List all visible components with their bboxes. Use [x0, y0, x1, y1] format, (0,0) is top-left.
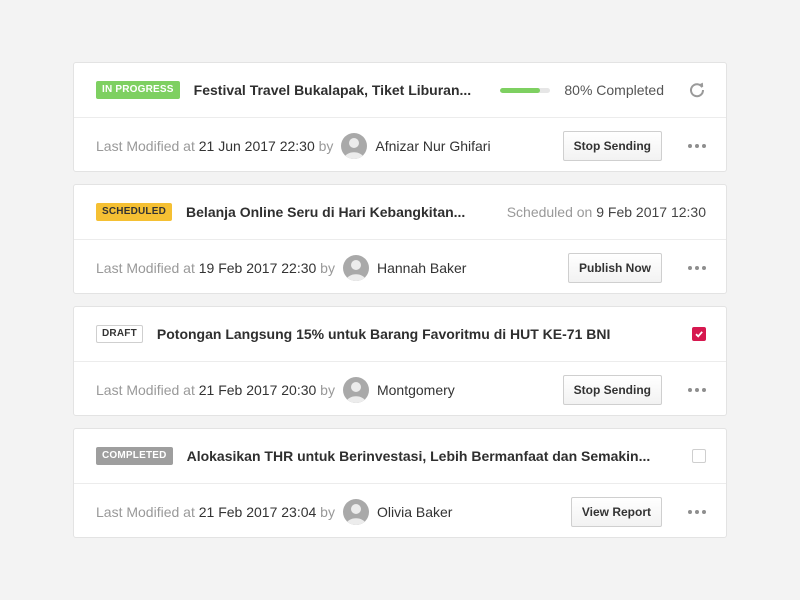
campaign-footer: Last Modified at 21 Feb 2017 20:30 by Mo…	[74, 362, 726, 417]
status-badge: DRAFT	[96, 325, 143, 343]
campaign-title[interactable]: Alokasikan THR untuk Berinvestasi, Lebih…	[187, 448, 651, 464]
modified-label: Last Modified at	[96, 503, 195, 520]
progress-indicator: 80% Completed	[500, 82, 688, 98]
user-name: Montgomery	[376, 381, 455, 398]
campaign-card: IN PROGRESS Festival Travel Bukalapak, T…	[73, 62, 727, 172]
progress-text: 80% Completed	[564, 82, 664, 98]
user-avatar-icon	[342, 376, 369, 403]
status-badge: IN PROGRESS	[96, 81, 180, 99]
campaign-footer: Last Modified at 19 Feb 2017 22:30 by Ha…	[74, 240, 726, 295]
stop-sending-button[interactable]: Stop Sending	[562, 130, 662, 161]
by-label: by	[320, 381, 335, 398]
campaign-header: COMPLETED Alokasikan THR untuk Berinvest…	[74, 429, 726, 484]
modified-label: Last Modified at	[96, 259, 195, 276]
more-horizontal-icon[interactable]	[688, 509, 706, 514]
user-avatar-icon	[341, 132, 368, 159]
more-horizontal-icon[interactable]	[688, 265, 706, 270]
campaign-header: SCHEDULED Belanja Online Seru di Hari Ke…	[74, 185, 726, 240]
more-horizontal-icon[interactable]	[688, 143, 706, 148]
status-badge: SCHEDULED	[96, 203, 173, 221]
user-name: Afnizar Nur Ghifari	[375, 137, 491, 154]
modified-info: Last Modified at 21 Jun 2017 22:30 by	[96, 138, 333, 154]
campaign-card: COMPLETED Alokasikan THR untuk Berinvest…	[73, 428, 727, 538]
user-avatar-icon	[342, 254, 369, 281]
campaign-footer: Last Modified at 21 Jun 2017 22:30 by Af…	[74, 118, 726, 173]
select-checkbox[interactable]	[692, 327, 706, 341]
campaign-card: SCHEDULED Belanja Online Seru di Hari Ke…	[73, 184, 727, 294]
by-label: by	[320, 259, 335, 276]
by-label: by	[318, 137, 334, 154]
modified-info: Last Modified at 21 Feb 2017 23:04 by	[96, 504, 335, 520]
more-horizontal-icon[interactable]	[688, 387, 706, 392]
campaign-card: DRAFT Potongan Langsung 15% untuk Barang…	[73, 306, 727, 416]
user-name: Olivia Baker	[376, 503, 453, 520]
refresh-icon[interactable]	[688, 81, 706, 99]
campaign-list: IN PROGRESS Festival Travel Bukalapak, T…	[73, 62, 727, 550]
scheduled-label: Scheduled on	[506, 204, 593, 220]
progress-bar	[500, 87, 551, 93]
status-badge: COMPLETED	[96, 447, 173, 465]
progress-bar-fill	[500, 87, 541, 93]
scheduled-info: Scheduled on 9 Feb 2017 12:30	[507, 204, 706, 220]
by-label: by	[320, 503, 335, 520]
modified-label: Last Modified at	[96, 381, 195, 398]
view-report-button[interactable]: View Report	[570, 496, 662, 527]
campaign-title[interactable]: Festival Travel Bukalapak, Tiket Liburan…	[194, 82, 472, 98]
user-avatar-icon	[342, 498, 369, 525]
stop-sending-button[interactable]: Stop Sending	[562, 374, 662, 405]
campaign-footer: Last Modified at 21 Feb 2017 23:04 by Ol…	[74, 484, 726, 539]
campaign-header: DRAFT Potongan Langsung 15% untuk Barang…	[74, 307, 726, 362]
campaign-title[interactable]: Belanja Online Seru di Hari Kebangkitan.…	[186, 204, 465, 220]
modified-info: Last Modified at 21 Feb 2017 20:30 by	[96, 382, 335, 398]
checkmark-icon	[695, 331, 703, 338]
modified-date: 19 Feb 2017 22:30	[198, 259, 317, 276]
campaign-title[interactable]: Potongan Langsung 15% untuk Barang Favor…	[157, 326, 610, 342]
publish-now-button[interactable]: Publish Now	[568, 252, 662, 283]
select-checkbox[interactable]	[692, 449, 706, 463]
modified-date: 21 Feb 2017 23:04	[198, 503, 317, 520]
modified-label: Last Modified at	[96, 137, 195, 154]
user-name: Hannah Baker	[376, 259, 467, 276]
modified-date: 21 Jun 2017 22:30	[198, 137, 315, 154]
modified-date: 21 Feb 2017 20:30	[198, 381, 317, 398]
scheduled-date: 9 Feb 2017 12:30	[596, 204, 706, 220]
modified-info: Last Modified at 19 Feb 2017 22:30 by	[96, 260, 335, 276]
campaign-header: IN PROGRESS Festival Travel Bukalapak, T…	[74, 63, 726, 118]
